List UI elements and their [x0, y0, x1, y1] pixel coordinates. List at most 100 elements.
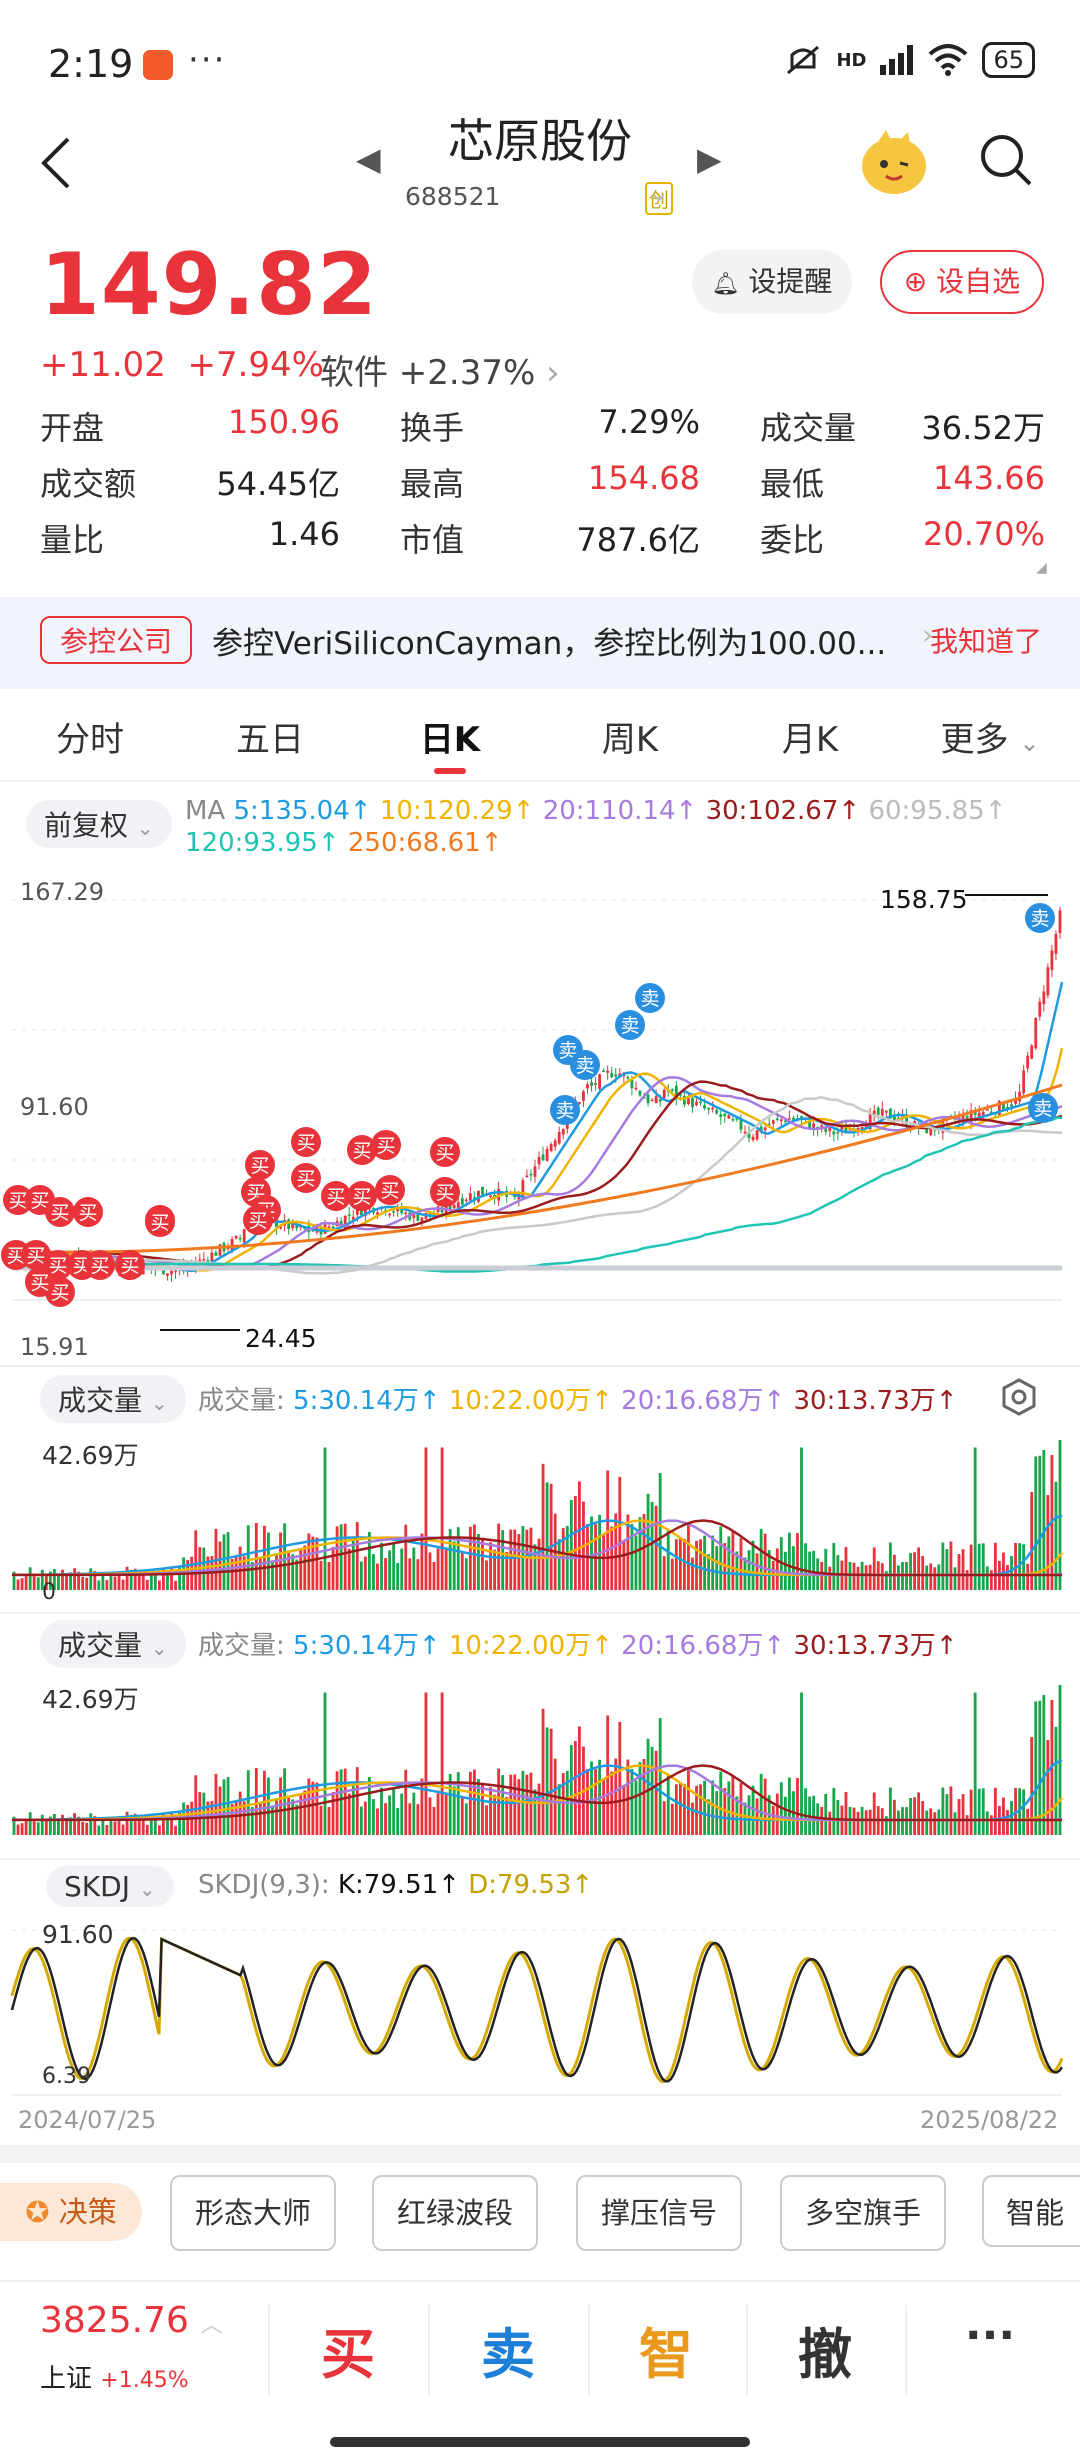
- mascot-icon[interactable]: [858, 128, 930, 196]
- tab-five-day[interactable]: 五日: [180, 700, 360, 780]
- kline-chart[interactable]: 买买买买买买买买买买买买买买买买买买买买买买买买买买买卖卖卖卖卖卖卖: [0, 860, 1080, 1360]
- tab-monthly-k[interactable]: 月K: [720, 700, 900, 780]
- volume-bar: [618, 1476, 622, 1590]
- volume-bar: [949, 1541, 953, 1590]
- tool-smart[interactable]: 智能: [982, 2175, 1080, 2247]
- stat-turnover: 换手 7.29%: [400, 403, 700, 449]
- volume-bar: [36, 1577, 40, 1590]
- stat-label: 最低: [760, 465, 825, 503]
- next-stock-icon[interactable]: ▶: [697, 140, 722, 178]
- volume-bar: [561, 1528, 565, 1590]
- smart-button[interactable]: 智: [616, 2310, 716, 2389]
- stat-value: 54.45亿: [216, 465, 340, 503]
- volume-bar: [1006, 1565, 1009, 1590]
- volume-indicator-dropdown-2[interactable]: 成交量 ⌄: [40, 1620, 186, 1668]
- tab-more-label: 更多: [940, 720, 1009, 760]
- volume-bar: [513, 1774, 517, 1835]
- volume-bar: [642, 1759, 646, 1835]
- tab-intraday[interactable]: 分时: [0, 700, 180, 780]
- volume-bar: [1022, 1544, 1026, 1590]
- tab-weekly-k[interactable]: 周K: [540, 700, 720, 780]
- volume-bar: [614, 1758, 618, 1835]
- settings-gear-icon[interactable]: [1000, 1378, 1038, 1416]
- buy-button[interactable]: 买: [298, 2310, 398, 2389]
- volume-bar: [166, 1819, 169, 1835]
- signal-badge: 买: [291, 1163, 321, 1193]
- expand-chevron-icon[interactable]: ⌄: [648, 178, 670, 208]
- volume-bar: [57, 1575, 60, 1590]
- volume-bar: [376, 1808, 379, 1835]
- skdj-k: K:79.51↑: [337, 1870, 460, 1900]
- adjust-dropdown[interactable]: 前复权 ⌄: [26, 800, 172, 848]
- signal-badge: 卖: [615, 1010, 645, 1040]
- volume-bar: [844, 1547, 848, 1590]
- candle-body: [610, 1072, 614, 1078]
- status-time: 2:19: [48, 42, 134, 86]
- sector-label: 软件 +2.37%: [320, 353, 536, 393]
- signal-text: 买: [26, 1245, 45, 1267]
- volume-indicator-dropdown[interactable]: 成交量 ⌄: [40, 1375, 186, 1423]
- candle-body: [715, 1109, 719, 1114]
- volume-bar: [852, 1562, 856, 1590]
- notice-dismiss-button[interactable]: 我知道了: [930, 620, 1042, 660]
- volume-bar: [569, 1745, 573, 1835]
- volume-bar: [727, 1781, 731, 1835]
- sell-button[interactable]: 卖: [458, 2310, 558, 2389]
- set-alert-button[interactable]: 🔔︎ 设提醒: [692, 250, 852, 314]
- volume-bar: [388, 1795, 392, 1835]
- volume-bar: [61, 1814, 64, 1835]
- volume-bar: [832, 1542, 836, 1590]
- volume-bar: [420, 1778, 424, 1835]
- more-notifications-icon: ···: [188, 40, 227, 80]
- volume-bar: [687, 1523, 690, 1590]
- candle-body: [828, 1127, 832, 1131]
- volume-bar: [691, 1802, 694, 1835]
- volume-bar: [985, 1811, 989, 1835]
- cancel-order-button[interactable]: 撤: [775, 2310, 875, 2389]
- search-icon[interactable]: [978, 132, 1034, 188]
- candle-body: [1054, 933, 1058, 954]
- tab-more[interactable]: 更多 ⌄: [900, 700, 1080, 780]
- tool-long-short-flag[interactable]: 多空旗手: [780, 2175, 946, 2251]
- volume-chart-2[interactable]: [0, 1665, 1080, 1855]
- expand-corner-icon[interactable]: ◢: [1036, 560, 1047, 576]
- candle-body: [711, 1107, 715, 1110]
- notice-text[interactable]: 参控VeriSiliconCayman，参控比例为100.00...: [212, 618, 892, 663]
- y-axis-mid: 91.60: [20, 1093, 89, 1121]
- volume-bar: [796, 1778, 799, 1835]
- volume-bar: [194, 1775, 198, 1835]
- candle-body: [202, 1259, 206, 1261]
- volume-bar: [804, 1788, 807, 1835]
- volume-bar: [969, 1544, 973, 1590]
- volume-bar: [783, 1796, 787, 1835]
- volume-bar: [622, 1540, 626, 1590]
- tool-support-pressure[interactable]: 撑压信号: [576, 2175, 742, 2251]
- add-watchlist-button[interactable]: ⊕ 设自选: [880, 250, 1044, 314]
- chevron-down-icon: ⌄: [136, 816, 154, 840]
- tab-daily-k[interactable]: 日K: [360, 700, 540, 780]
- tool-red-green-band[interactable]: 红绿波段: [372, 2175, 538, 2251]
- skdj-chart[interactable]: [0, 1910, 1080, 2100]
- candle-body: [731, 1119, 735, 1121]
- more-menu-icon[interactable]: ···: [940, 2310, 1040, 2361]
- signal-badge: 买: [347, 1181, 377, 1211]
- volume-bar: [925, 1565, 929, 1590]
- chevron-down-icon: ⌄: [138, 1877, 156, 1901]
- tool-pattern-master[interactable]: 形态大师: [170, 2175, 336, 2251]
- index-value[interactable]: 3825.76 ︿: [40, 2300, 222, 2341]
- candle-body: [549, 1144, 553, 1151]
- volume-bar: [222, 1779, 226, 1835]
- volume-ma-line: [11, 1513, 1063, 1577]
- candle-body: [670, 1089, 674, 1091]
- skdj-indicator-dropdown[interactable]: SKDJ ⌄: [46, 1866, 174, 1907]
- candle-body: [489, 1195, 492, 1198]
- signal-text: 买: [352, 1186, 371, 1208]
- volume-bar: [384, 1558, 387, 1590]
- sector-change[interactable]: 软件 +2.37% ›: [320, 345, 560, 394]
- signal-text: 买: [380, 1180, 399, 1202]
- volume-bar: [444, 1794, 448, 1835]
- volume-bar: [323, 1447, 327, 1590]
- decision-button[interactable]: ✪ 决策: [0, 2183, 142, 2241]
- volume-chart[interactable]: [0, 1420, 1080, 1610]
- signal-icon: [880, 45, 914, 75]
